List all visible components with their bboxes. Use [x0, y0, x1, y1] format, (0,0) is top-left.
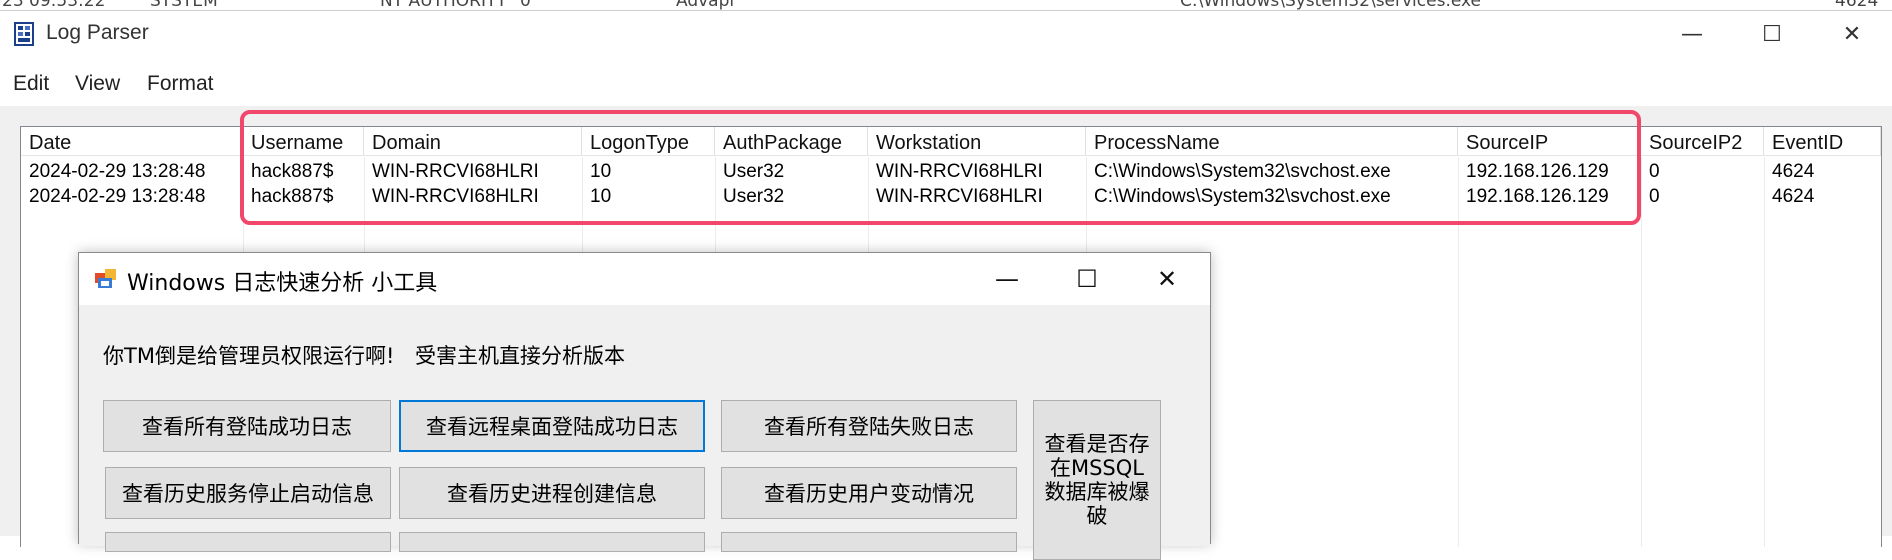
- bg-fragment: NT AUTHORITY: [380, 0, 507, 11]
- background-window-strip: 23 09:53:22 SYSTEM NT AUTHORITY 0 Advapi…: [0, 0, 1892, 11]
- column-header-sourceip[interactable]: SourceIP: [1458, 127, 1641, 156]
- cell-username: hack887$: [251, 161, 334, 182]
- view-rdp-success-logins-button[interactable]: 查看远程桌面登陆成功日志: [399, 400, 705, 452]
- menu-edit[interactable]: Edit: [13, 64, 49, 104]
- cell-processname: C:\Windows\System32\svchost.exe: [1094, 161, 1391, 182]
- column-divider: [1764, 157, 1765, 547]
- cell-date: 2024-02-29 13:28:48: [29, 161, 206, 182]
- grid-header: Date Username Domain LogonType AuthPacka…: [21, 127, 1881, 157]
- cell-logontype: 10: [590, 161, 612, 182]
- close-button[interactable]: ✕: [1812, 12, 1892, 58]
- cell-workstation: WIN-RRCVI68HLRI: [876, 161, 1043, 182]
- cell-sourceip: 192.168.126.129: [1466, 161, 1609, 182]
- column-header-authpackage[interactable]: AuthPackage: [715, 127, 868, 156]
- minimize-button[interactable]: —: [1652, 12, 1732, 58]
- next-row-button[interactable]: [105, 532, 391, 552]
- tool-maximize-button[interactable]: ☐: [1047, 253, 1127, 305]
- column-header-logontype[interactable]: LogonType: [582, 127, 715, 156]
- next-row-button[interactable]: [399, 532, 705, 552]
- cell-processname: C:\Windows\System32\svchost.exe: [1094, 186, 1391, 207]
- tool-body: 你TM倒是给管理员权限运行啊! 受害主机直接分析版本 查看所有登陆成功日志 查看…: [79, 306, 1210, 560]
- view-user-changes-button[interactable]: 查看历史用户变动情况: [721, 467, 1017, 519]
- cell-logontype: 10: [590, 186, 612, 207]
- cell-sourceip: 192.168.126.129: [1466, 186, 1609, 207]
- column-divider: [1641, 157, 1642, 547]
- view-all-failed-logins-button[interactable]: 查看所有登陆失败日志: [721, 400, 1017, 452]
- view-all-success-logins-button[interactable]: 查看所有登陆成功日志: [103, 400, 391, 452]
- title-bar[interactable]: Log Parser — ☐ ✕: [0, 12, 1892, 58]
- bg-fragment: 4624: [1835, 0, 1879, 11]
- column-header-eventid[interactable]: EventID: [1764, 127, 1881, 156]
- column-divider: [1458, 157, 1459, 547]
- tool-close-button[interactable]: ✕: [1127, 253, 1207, 305]
- table-row[interactable]: 2024-02-29 13:28:48 hack887$ WIN-RRCVI68…: [21, 185, 1881, 209]
- cell-domain: WIN-RRCVI68HLRI: [372, 161, 539, 182]
- column-header-processname[interactable]: ProcessName: [1086, 127, 1458, 156]
- version-label: 受害主机直接分析版本: [415, 344, 625, 368]
- cell-workstation: WIN-RRCVI68HLRI: [876, 186, 1043, 207]
- tool-title-bar[interactable]: Windows 日志快速分析 小工具 — ☐ ✕: [79, 253, 1210, 305]
- window-title: Log Parser: [46, 21, 149, 44]
- cell-authpackage: User32: [723, 161, 785, 182]
- view-mssql-bruteforce-button[interactable]: 查看是否存在MSSQL数据库被爆破: [1033, 400, 1161, 560]
- cell-sourceip2: 0: [1649, 161, 1660, 182]
- app-icon: [14, 22, 34, 46]
- column-header-date[interactable]: Date: [21, 127, 243, 156]
- cell-sourceip2: 0: [1649, 186, 1660, 207]
- bg-fragment: 23 09:53:22: [2, 0, 106, 11]
- cell-date: 2024-02-29 13:28:48: [29, 186, 206, 207]
- bg-fragment: 0: [520, 0, 531, 11]
- column-header-domain[interactable]: Domain: [364, 127, 582, 156]
- menu-bar: Edit View Format: [0, 64, 1892, 104]
- cell-domain: WIN-RRCVI68HLRI: [372, 186, 539, 207]
- view-process-history-button[interactable]: 查看历史进程创建信息: [399, 467, 705, 519]
- cell-username: hack887$: [251, 186, 334, 207]
- bg-fragment: C:\Windows\System32\services.exe: [1180, 0, 1482, 11]
- column-header-workstation[interactable]: Workstation: [868, 127, 1086, 156]
- cell-eventid: 4624: [1772, 186, 1815, 207]
- column-header-sourceip2[interactable]: SourceIP2: [1641, 127, 1764, 156]
- bg-fragment: Advapi: [676, 0, 735, 11]
- menu-view[interactable]: View: [75, 64, 120, 104]
- cell-eventid: 4624: [1772, 161, 1815, 182]
- tool-minimize-button[interactable]: —: [967, 253, 1047, 305]
- tool-window-title: Windows 日志快速分析 小工具: [127, 271, 438, 296]
- log-analysis-tool-window: Windows 日志快速分析 小工具 — ☐ ✕ 你TM倒是给管理员权限运行啊!…: [78, 252, 1211, 560]
- next-row-button[interactable]: [721, 532, 1017, 552]
- table-row[interactable]: 2024-02-29 13:28:48 hack887$ WIN-RRCVI68…: [21, 160, 1881, 184]
- bg-fragment: SYSTEM: [150, 0, 218, 11]
- column-header-username[interactable]: Username: [243, 127, 364, 156]
- tool-app-icon: [95, 269, 116, 288]
- cell-authpackage: User32: [723, 186, 785, 207]
- maximize-button[interactable]: ☐: [1732, 12, 1812, 58]
- admin-warning-label: 你TM倒是给管理员权限运行啊!: [103, 344, 395, 368]
- view-service-history-button[interactable]: 查看历史服务停止启动信息: [105, 467, 391, 519]
- menu-format[interactable]: Format: [147, 64, 214, 104]
